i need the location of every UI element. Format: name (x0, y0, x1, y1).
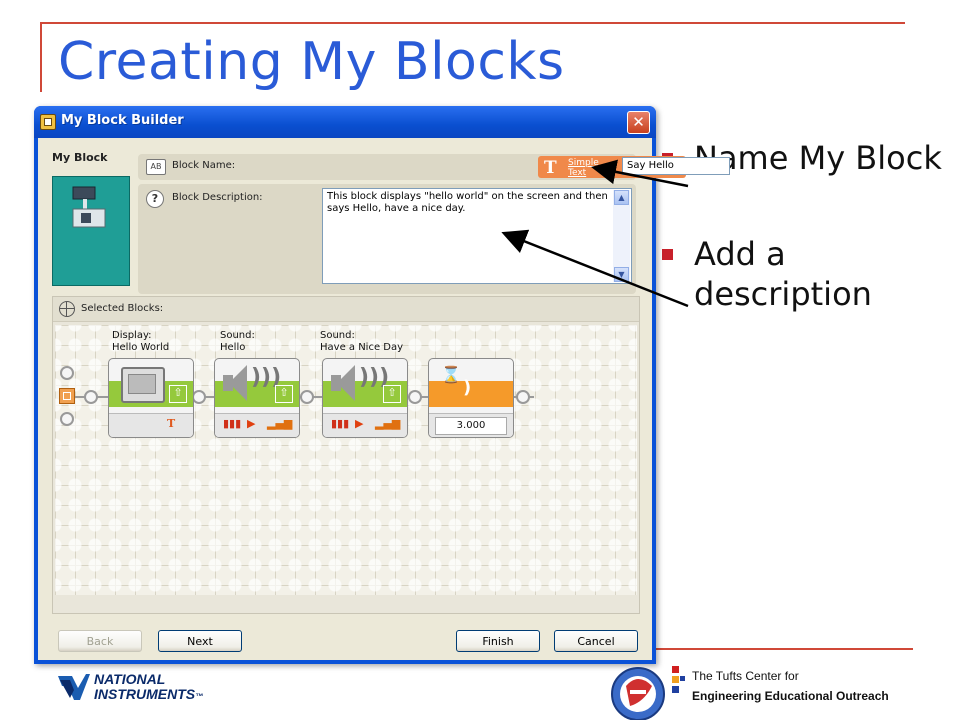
text-mode-icon: T (167, 417, 176, 430)
simple-text-link[interactable]: Simple Text (568, 158, 608, 178)
display-block[interactable]: ⇧ T (108, 358, 194, 438)
speaker-cone (337, 365, 355, 401)
help-question-icon: ? (146, 190, 164, 208)
my-block-label: My Block (52, 151, 108, 164)
sound-file-icon: ▮▮▮ (331, 417, 350, 430)
ni-eagle-icon (58, 674, 90, 700)
slide-frame-left-line (40, 22, 42, 92)
expand-arrow-icon[interactable]: ⇧ (383, 385, 401, 403)
slide-title: Creating My Blocks (58, 32, 565, 92)
expand-arrow-icon[interactable]: ⇧ (169, 385, 187, 403)
scroll-down-icon[interactable]: ▼ (614, 267, 629, 282)
connector-port (84, 390, 98, 404)
sound-file-icon: ▮▮▮ (223, 417, 242, 430)
connector-port (192, 390, 206, 404)
speaker-cone (229, 365, 247, 401)
sound-block-hello[interactable]: ))) ⇧ ▮▮▮ ▶ ▂▄▆ (214, 358, 300, 438)
ni-logo-text: NATIONAL INSTRUMENTS™ (94, 671, 204, 702)
slide-frame-top-line (40, 22, 905, 24)
name-tag-icon: AB (146, 159, 166, 175)
block-title-sound-hello: Sound: Hello (220, 330, 255, 353)
block-name-input[interactable]: Say Hello (622, 157, 730, 175)
block-description-textarea[interactable]: This block displays "hello world" on the… (322, 188, 632, 284)
volume-icon: ▂▄▆ (267, 417, 293, 430)
connector-port (516, 390, 530, 404)
block-title-display: Display: Hello World (112, 330, 170, 353)
start-port-top[interactable] (60, 366, 74, 380)
start-port-bottom[interactable] (60, 412, 74, 426)
slide-frame-bottom-line (655, 648, 913, 650)
selected-blocks-header: Selected Blocks: (53, 297, 639, 322)
display-monitor-icon (121, 367, 165, 403)
wait-time-value: 3.000 (435, 417, 507, 435)
ceeo-squares-icon (672, 666, 685, 693)
block-name-row: AB Block Name: T Simple Text Say Hello (138, 154, 730, 180)
ceeo-logo-text: The Tufts Center for Engineering Educati… (692, 669, 889, 703)
volume-icon: ▂▄▆ (375, 417, 401, 430)
description-text: This block displays "hello world" on the… (327, 191, 608, 214)
block-description-row: ? Block Description: This block displays… (138, 184, 636, 294)
block-description-label: Block Description: (172, 192, 263, 203)
play-icon: ▶ (355, 417, 364, 430)
next-button[interactable]: Next (158, 630, 242, 652)
my-block-builder-window: My Block Builder ✕ My Block AB Block Nam… (34, 106, 730, 664)
expand-arrow-icon[interactable]: ⇧ (275, 385, 293, 403)
wait-time-block[interactable]: ⌛ ) 3.000 (428, 358, 514, 438)
description-scrollbar[interactable]: ▲ ▼ (613, 190, 630, 282)
bullet-square-icon (662, 249, 673, 260)
block-footer: ▮▮▮ ▶ ▂▄▆ (323, 413, 407, 437)
block-footer: ▮▮▮ ▶ ▂▄▆ (215, 413, 299, 437)
connector-port (408, 390, 422, 404)
sound-block-nice-day[interactable]: ))) ⇧ ▮▮▮ ▶ ▂▄▆ (322, 358, 408, 438)
window-titlebar[interactable]: My Block Builder ✕ (34, 106, 656, 138)
finish-button[interactable]: Finish (456, 630, 540, 652)
block-footer: T (109, 413, 193, 437)
block-title-sound-nice-day: Sound: Have a Nice Day (320, 330, 404, 353)
bullet-add-description: Add a description (662, 234, 952, 314)
national-instruments-logo: NATIONAL INSTRUMENTS™ (56, 670, 216, 706)
app-icon (40, 114, 56, 130)
block-name-label: Block Name: (172, 160, 236, 171)
window-client-area: My Block AB Block Name: T Simple Text Sa… (38, 138, 730, 660)
start-point-icon[interactable] (59, 388, 75, 404)
scroll-up-icon[interactable]: ▲ (614, 190, 629, 205)
back-button[interactable]: Back (58, 630, 142, 652)
connector-port (300, 390, 314, 404)
timer-dial-icon: ) (463, 377, 472, 398)
play-icon: ▶ (247, 417, 256, 430)
block-footer: 3.000 (429, 413, 513, 437)
globe-icon (59, 301, 75, 317)
my-block-icon (72, 186, 106, 228)
bullet-text: Name My Block (694, 139, 942, 177)
text-t-icon: T (544, 158, 557, 178)
window-title: My Block Builder (61, 113, 184, 128)
my-block-icon-tile (52, 176, 130, 286)
selected-blocks-label: Selected Blocks: (81, 303, 164, 314)
hourglass-icon: ⌛ (441, 365, 461, 384)
bullet-text: Add a description (694, 235, 872, 313)
cancel-button[interactable]: Cancel (554, 630, 638, 652)
tufts-seal-icon (611, 667, 665, 720)
close-button[interactable]: ✕ (627, 111, 650, 134)
